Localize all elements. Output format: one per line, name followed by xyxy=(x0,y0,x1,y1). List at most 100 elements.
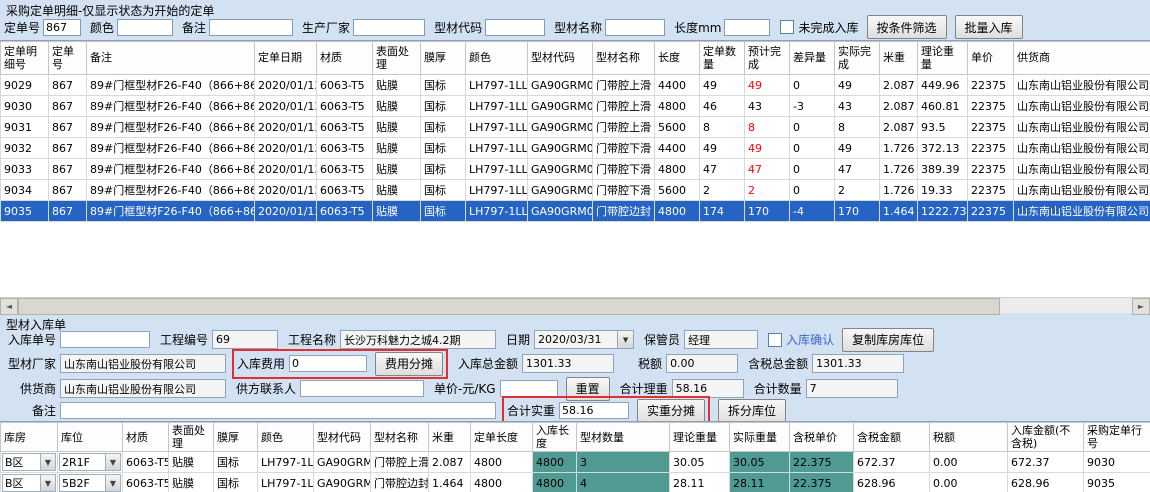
inbound-table-cell: 6063-T5 xyxy=(123,452,169,473)
warehouse-combo[interactable]: B区▼ xyxy=(2,453,56,471)
fee-label: 入库费用 xyxy=(237,355,285,372)
column-header[interactable]: 差异量 xyxy=(790,42,835,75)
column-header[interactable]: 表面处理 xyxy=(373,42,421,75)
unit-price-input[interactable] xyxy=(500,380,558,397)
remark-filter-input[interactable] xyxy=(209,19,293,36)
copy-warehouse-location-button[interactable]: 复制库房库位 xyxy=(842,328,934,352)
warehouse-combo[interactable]: B区▼ xyxy=(2,474,56,492)
column-header[interactable]: 库位 xyxy=(58,423,123,452)
order-table-row[interactable]: 903186789#门框型材F26-F40（866+867）2020/01/13… xyxy=(1,117,1150,138)
order-table-cell: 2 xyxy=(700,180,745,201)
column-header[interactable]: 供货商 xyxy=(1014,42,1150,75)
column-header[interactable]: 理论重量 xyxy=(918,42,968,75)
column-header[interactable]: 定单长度 xyxy=(471,423,533,452)
inbound-table-row[interactable]: B区▼2R1F▼6063-T5贴膜国标LH797-1LL0GA90GRM03门带… xyxy=(1,452,1150,473)
order-table-row[interactable]: 903586789#门框型材F26-F40（866+867）2020/01/13… xyxy=(1,201,1150,222)
note-input[interactable] xyxy=(60,402,496,419)
column-header[interactable]: 实际完成 xyxy=(835,42,880,75)
column-header[interactable]: 颜色 xyxy=(258,423,314,452)
actual-weight-input[interactable] xyxy=(559,402,629,419)
column-header[interactable]: 型材名称 xyxy=(371,423,429,452)
column-header[interactable]: 长度 xyxy=(655,42,700,75)
order-table-row[interactable]: 903386789#门框型材F26-F40（866+867）2020/01/13… xyxy=(1,159,1150,180)
chevron-down-icon[interactable]: ▼ xyxy=(40,475,55,491)
calendar-dropdown-icon[interactable]: ▼ xyxy=(617,330,633,349)
column-header[interactable]: 米重 xyxy=(880,42,918,75)
order-table-row[interactable]: 902986789#门框型材F26-F40（866+867）2020/01/13… xyxy=(1,75,1150,96)
inbound-table-header-row: 库房库位材质表面处理膜厚颜色型材代码型材名称米重定单长度入库长度型材数量理论重量… xyxy=(1,423,1150,452)
column-header[interactable]: 定单号 xyxy=(49,42,87,75)
order-table-cell: 6063-T5 xyxy=(317,117,373,138)
column-header[interactable]: 型材数量 xyxy=(577,423,670,452)
chevron-down-icon[interactable]: ▼ xyxy=(40,454,55,470)
order-table-row[interactable]: 903286789#门框型材F26-F40（866+867）2020/01/13… xyxy=(1,138,1150,159)
column-header[interactable]: 预计完成 xyxy=(745,42,790,75)
order-table-cell: 2020/01/13 xyxy=(255,201,317,222)
split-location-button[interactable]: 拆分库位 xyxy=(718,399,786,423)
column-header[interactable]: 材质 xyxy=(123,423,169,452)
fee-split-button[interactable]: 费用分摊 xyxy=(375,352,443,376)
warehouse-combo-value: B区 xyxy=(3,454,40,470)
unfinished-checkbox[interactable] xyxy=(780,20,794,34)
column-header[interactable]: 材质 xyxy=(317,42,373,75)
column-header[interactable]: 型材名称 xyxy=(593,42,655,75)
inbound-table-row[interactable]: B区▼5B2F▼6063-T5贴膜国标LH797-1LL0GA90GRM05门带… xyxy=(1,473,1150,492)
order-table-cell: 47 xyxy=(745,159,790,180)
profile-code-filter-input[interactable] xyxy=(485,19,545,36)
filter-by-condition-button[interactable]: 按条件筛选 xyxy=(867,15,947,39)
location-combo[interactable]: 5B2F▼ xyxy=(59,474,121,492)
column-header[interactable]: 入库金额(不含税) xyxy=(1008,423,1084,452)
column-header[interactable]: 入库长度 xyxy=(533,423,577,452)
column-header[interactable]: 采购定单行号 xyxy=(1084,423,1150,452)
column-header[interactable]: 定单明细号 xyxy=(1,42,49,75)
column-header[interactable]: 膜厚 xyxy=(421,42,466,75)
scrollbar-thumb[interactable] xyxy=(18,298,1000,315)
chevron-down-icon[interactable]: ▼ xyxy=(105,475,120,491)
column-header[interactable]: 含税单价 xyxy=(790,423,854,452)
order-table-cell: GA90GRM03 xyxy=(528,75,593,96)
date-field[interactable]: 2020/03/31 ▼ xyxy=(534,330,634,349)
actual-weight-split-button[interactable]: 实重分摊 xyxy=(637,399,705,423)
inbound-table-cell: 4800 xyxy=(471,452,533,473)
profile-name-filter-input[interactable] xyxy=(605,19,665,36)
inbound-confirm-checkbox[interactable] xyxy=(768,333,782,347)
location-combo[interactable]: 2R1F▼ xyxy=(59,453,121,471)
scrollbar-track[interactable] xyxy=(1000,298,1132,313)
purchase-order-warehouse-window: 采购定单明细-仅显示状态为开始的定单 定单号 颜色 备注 生产厂家 型材代码 型… xyxy=(0,0,1150,492)
column-header[interactable]: 型材代码 xyxy=(314,423,371,452)
chevron-down-icon[interactable]: ▼ xyxy=(105,454,120,470)
column-header[interactable]: 含税金额 xyxy=(854,423,930,452)
column-header[interactable]: 表面处理 xyxy=(169,423,214,452)
scroll-right-button[interactable]: ► xyxy=(1132,298,1150,315)
order-table-cell: 867 xyxy=(49,96,87,117)
keeper-field: 经理 xyxy=(684,330,758,349)
scroll-left-button[interactable]: ◄ xyxy=(0,298,18,315)
location-combo-value: 5B2F xyxy=(60,477,105,490)
entry-no-input[interactable] xyxy=(60,331,150,348)
column-header[interactable]: 型材代码 xyxy=(528,42,593,75)
column-header[interactable]: 理论重量 xyxy=(670,423,730,452)
column-header[interactable]: 米重 xyxy=(429,423,471,452)
column-header[interactable]: 税额 xyxy=(930,423,1008,452)
fee-input[interactable] xyxy=(289,355,367,372)
column-header[interactable]: 实际重量 xyxy=(730,423,790,452)
order-table-cell: 门带腔上滑 xyxy=(593,96,655,117)
batch-inbound-button[interactable]: 批量入库 xyxy=(955,15,1023,39)
column-header[interactable]: 库房 xyxy=(1,423,58,452)
column-header[interactable]: 颜色 xyxy=(466,42,528,75)
order-no-input[interactable] xyxy=(43,19,81,36)
horizontal-scrollbar[interactable]: ◄ ► xyxy=(0,297,1150,313)
column-header[interactable]: 备注 xyxy=(87,42,255,75)
color-filter-input[interactable] xyxy=(117,19,173,36)
manufacturer-filter-input[interactable] xyxy=(353,19,425,36)
order-table-row[interactable]: 903486789#门框型材F26-F40（866+867）2020/01/13… xyxy=(1,180,1150,201)
order-table-cell: 372.13 xyxy=(918,138,968,159)
length-filter-input[interactable] xyxy=(724,19,770,36)
column-header[interactable]: 定单数量 xyxy=(700,42,745,75)
column-header[interactable]: 膜厚 xyxy=(214,423,258,452)
column-header[interactable]: 单价 xyxy=(968,42,1014,75)
order-table-row[interactable]: 903086789#门框型材F26-F40（866+867）2020/01/13… xyxy=(1,96,1150,117)
column-header[interactable]: 定单日期 xyxy=(255,42,317,75)
contact-input[interactable] xyxy=(300,380,424,397)
order-table-cell: 47 xyxy=(700,159,745,180)
